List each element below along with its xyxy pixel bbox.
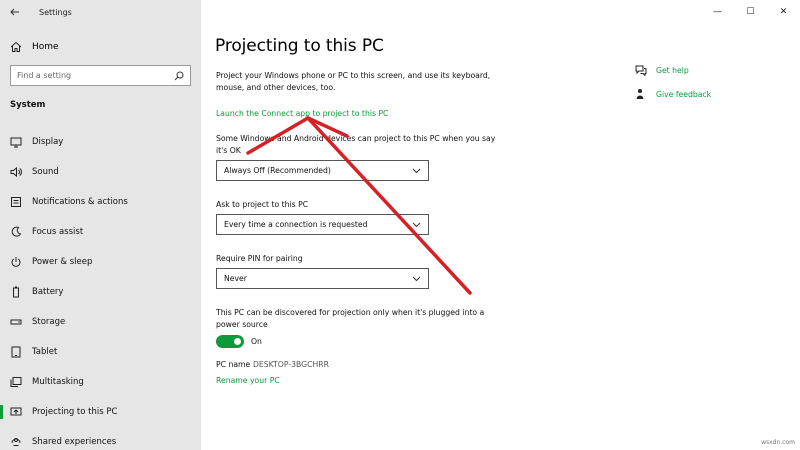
toggle-knob xyxy=(234,338,241,345)
minimize-button[interactable]: — xyxy=(701,0,734,24)
multitasking-icon xyxy=(10,376,22,388)
sidebar-item-power-sleep[interactable]: Power & sleep xyxy=(0,247,201,277)
sidebar-item-label: Sound xyxy=(32,167,59,177)
page-description: Project your Windows phone or PC to this… xyxy=(216,71,491,92)
availability-value: Always Off (Recommended) xyxy=(224,166,331,175)
sidebar-item-label: Display xyxy=(32,137,64,147)
display-icon xyxy=(10,136,22,148)
app-title: Settings xyxy=(39,7,72,17)
pc-name-label: PC name xyxy=(216,360,251,369)
settings-content: — ☐ ✕ Projecting to this PC Project your… xyxy=(201,0,800,450)
feedback-icon xyxy=(635,88,649,100)
page-title: Projecting to this PC xyxy=(215,36,384,56)
search-icon[interactable] xyxy=(174,71,184,81)
sound-icon xyxy=(10,166,22,178)
titlebar: Settings xyxy=(0,0,201,24)
window-controls: — ☐ ✕ xyxy=(701,0,800,24)
get-help-link[interactable]: Get help xyxy=(656,66,689,75)
sidebar-item-projecting[interactable]: Projecting to this PC xyxy=(0,397,201,427)
back-button[interactable] xyxy=(0,0,30,24)
home-nav-item[interactable]: Home xyxy=(0,36,201,58)
section-heading: System xyxy=(10,100,46,110)
pc-name-value: DESKTOP-3BGCHRR xyxy=(253,360,329,369)
shared-experiences-icon xyxy=(10,436,22,448)
watermark-text: wsxdn.com xyxy=(761,439,795,446)
help-panel: Get help Give feedback xyxy=(635,64,711,112)
chevron-down-icon xyxy=(412,168,421,173)
sidebar-item-label: Focus assist xyxy=(32,227,84,237)
back-arrow-icon xyxy=(10,8,19,16)
sidebar-item-notifications[interactable]: Notifications & actions xyxy=(0,187,201,217)
battery-icon xyxy=(10,286,22,298)
notifications-icon xyxy=(10,196,22,208)
sidebar-item-label: Storage xyxy=(32,317,66,327)
close-button[interactable]: ✕ xyxy=(767,0,800,24)
home-label: Home xyxy=(32,42,59,52)
sidebar-item-display[interactable]: Display xyxy=(0,127,201,157)
ask-value: Every time a connection is requested xyxy=(224,220,368,229)
maximize-button[interactable]: ☐ xyxy=(734,0,767,24)
give-feedback-link[interactable]: Give feedback xyxy=(656,90,711,99)
give-feedback-row[interactable]: Give feedback xyxy=(635,88,711,100)
availability-label: Some Windows and Android devices can pro… xyxy=(216,134,496,155)
search-placeholder: Find a setting xyxy=(17,71,72,80)
ask-dropdown[interactable]: Every time a connection is requested xyxy=(216,214,429,235)
power-source-toggle[interactable] xyxy=(216,335,244,348)
sidebar-item-label: Power & sleep xyxy=(32,257,93,267)
sidebar-item-label: Shared experiences xyxy=(32,437,117,447)
sidebar-nav: Display Sound Notifications & actions Fo… xyxy=(0,127,201,450)
rename-pc-link[interactable]: Rename your PC xyxy=(216,376,280,385)
sidebar-item-storage[interactable]: Storage xyxy=(0,307,201,337)
pin-label: Require PIN for pairing xyxy=(216,254,303,263)
get-help-row[interactable]: Get help xyxy=(635,64,711,76)
power-icon xyxy=(10,256,22,268)
availability-dropdown[interactable]: Always Off (Recommended) xyxy=(216,160,429,181)
sidebar-item-shared-experiences[interactable]: Shared experiences xyxy=(0,427,201,450)
chevron-down-icon xyxy=(412,222,421,227)
sidebar-item-label: Battery xyxy=(32,287,64,297)
power-source-label: This PC can be discovered for projection… xyxy=(216,308,485,329)
launch-connect-app-link[interactable]: Launch the Connect app to project to thi… xyxy=(216,109,388,118)
sidebar-item-label: Projecting to this PC xyxy=(32,407,118,417)
sidebar-item-sound[interactable]: Sound xyxy=(0,157,201,187)
sidebar-item-label: Multitasking xyxy=(32,377,84,387)
sidebar-item-label: Notifications & actions xyxy=(32,197,128,207)
chevron-down-icon xyxy=(412,276,421,281)
search-input[interactable]: Find a setting xyxy=(10,65,191,86)
sidebar-item-battery[interactable]: Battery xyxy=(0,277,201,307)
sidebar-item-label: Tablet xyxy=(32,347,58,357)
pin-dropdown[interactable]: Never xyxy=(216,268,429,289)
settings-sidebar: Settings Home Find a setting System Disp… xyxy=(0,0,201,450)
focus-assist-icon xyxy=(10,226,22,238)
get-help-icon xyxy=(635,65,649,76)
ask-label: Ask to project to this PC xyxy=(216,200,309,209)
sidebar-item-multitasking[interactable]: Multitasking xyxy=(0,367,201,397)
tablet-icon xyxy=(10,346,22,358)
projecting-icon xyxy=(10,406,22,418)
storage-icon xyxy=(10,316,22,328)
sidebar-item-tablet[interactable]: Tablet xyxy=(0,337,201,367)
home-icon xyxy=(10,41,22,52)
pin-value: Never xyxy=(224,274,247,283)
toggle-state-text: On xyxy=(251,337,262,346)
sidebar-item-focus-assist[interactable]: Focus assist xyxy=(0,217,201,247)
